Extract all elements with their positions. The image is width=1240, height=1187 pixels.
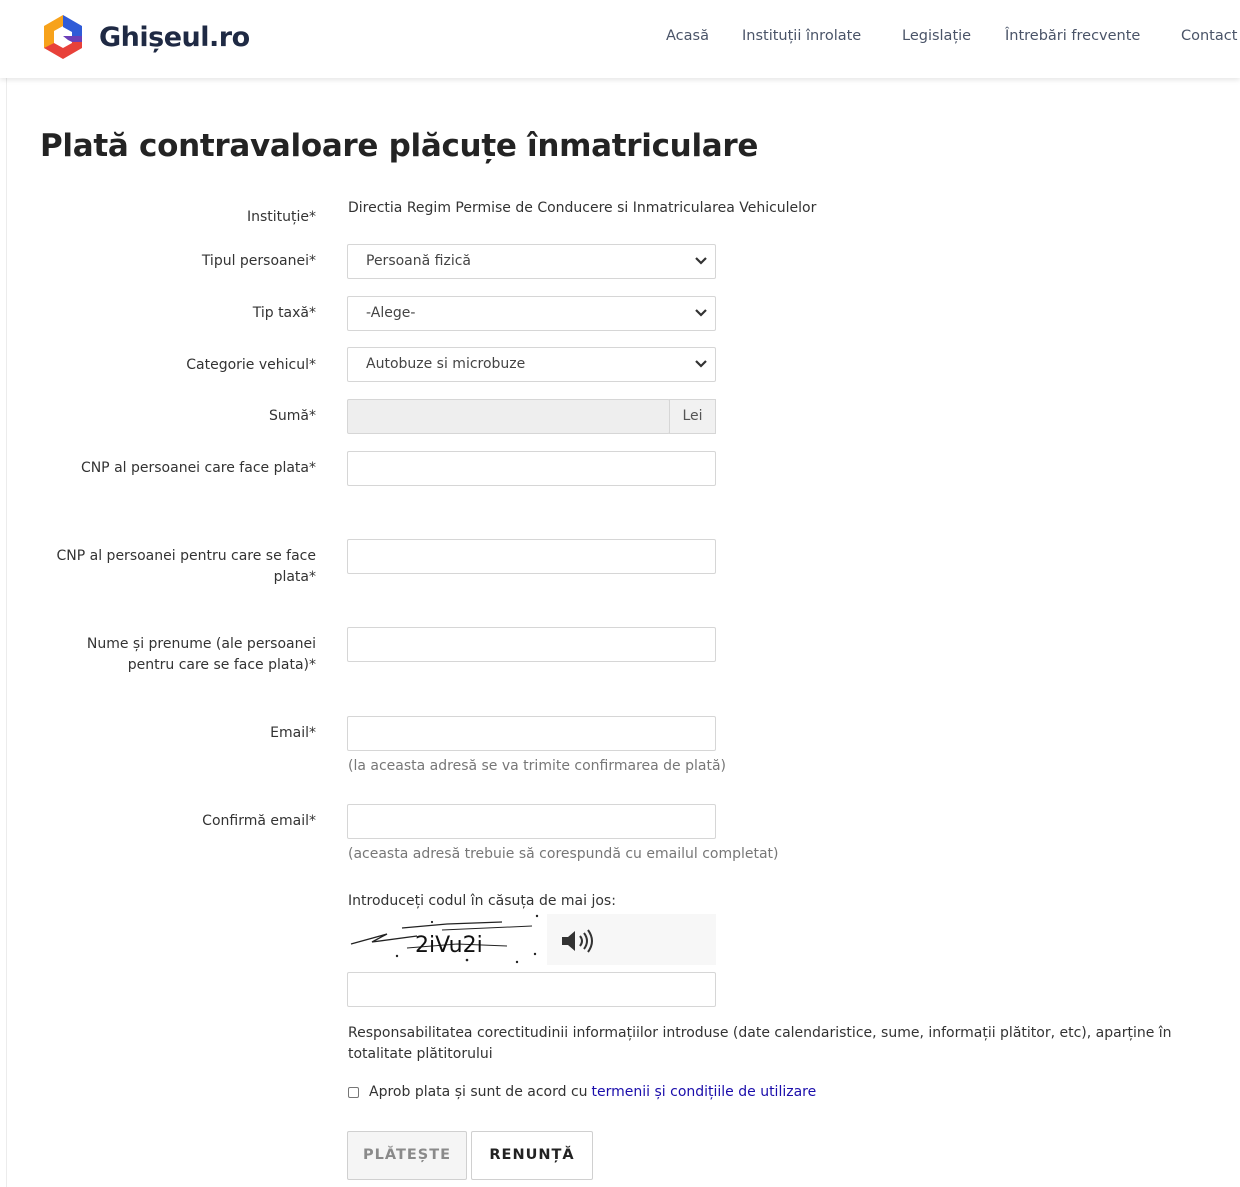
captcha-box: 2iVu2i (347, 914, 716, 965)
speaker-audio-icon[interactable] (559, 928, 597, 954)
person-type-label: Tipul persoanei* (201, 253, 316, 269)
chevron-down-icon (695, 309, 707, 317)
vehicle-category-label: Categorie vehicul* (186, 357, 316, 373)
main-nav: Acasă Instituții înrolate Legislație Înt… (0, 28, 1240, 48)
page-title: Plată contravaloare plăcuțe înmatricular… (40, 128, 759, 164)
email-confirm-label: Confirmă email* (202, 813, 316, 829)
captcha-code: 2iVu2i (415, 933, 483, 958)
amount-label: Sumă* (269, 408, 316, 424)
email-confirm-hint: (aceasta adresă trebuie să corespundă cu… (348, 846, 779, 862)
captcha-input[interactable] (347, 972, 716, 1007)
tax-type-label: Tip taxă* (252, 305, 316, 321)
nav-item-faq[interactable]: Întrebări frecvente (1005, 28, 1140, 44)
person-type-select[interactable]: Persoană fizică (347, 244, 716, 279)
tax-type-selected: -Alege- (366, 305, 416, 321)
terms-link[interactable]: termenii și condițiile de utilizare (592, 1084, 817, 1100)
nav-item-contact[interactable]: Contact (1181, 28, 1237, 44)
pay-button[interactable]: PLĂTEȘTE (347, 1131, 467, 1180)
captcha-label: Introduceți codul în căsuța de mai jos: (348, 893, 616, 909)
captcha-image: 2iVu2i (347, 914, 547, 965)
site-header: Ghișeul.ro Acasă Instituții înrolate Leg… (0, 0, 1240, 78)
beneficiary-name-label: Nume și prenume (ale persoanei pentru ca… (86, 636, 316, 673)
terms-checkbox[interactable] (348, 1086, 359, 1098)
email-confirm-field[interactable] (347, 804, 716, 839)
payer-cnp-input[interactable] (347, 451, 716, 486)
nav-item-home[interactable]: Acasă (666, 28, 709, 44)
currency-addon: Lei (669, 399, 716, 434)
person-type-selected: Persoană fizică (366, 253, 471, 269)
beneficiary-cnp-label: CNP al persoanei pentru care se face pla… (56, 548, 317, 585)
beneficiary-name-input[interactable] (347, 627, 716, 662)
chevron-down-icon (695, 360, 707, 368)
email-hint: (la aceasta adresă se va trimite confirm… (348, 758, 727, 774)
nav-item-legislation[interactable]: Legislație (902, 28, 971, 44)
vehicle-category-select[interactable]: Autobuze si microbuze (347, 347, 716, 382)
tax-type-select[interactable]: -Alege- (347, 296, 716, 331)
chevron-down-icon (695, 257, 707, 265)
email-label: Email* (270, 725, 316, 741)
terms-agreement: Aprob plata și sunt de acord cu termenii… (348, 1084, 816, 1100)
vehicle-category-selected: Autobuze si microbuze (366, 356, 526, 372)
terms-agreement-text: Aprob plata și sunt de acord cu (369, 1084, 588, 1100)
institution-value: Directia Regim Permise de Conducere si I… (348, 200, 817, 216)
institution-label: Instituție* (246, 209, 316, 225)
amount-input (347, 399, 670, 434)
email-field[interactable] (347, 716, 716, 751)
payer-cnp-label: CNP al persoanei care face plata* (80, 460, 316, 476)
beneficiary-cnp-input[interactable] (347, 539, 716, 574)
cancel-button[interactable]: RENUNȚĂ (471, 1131, 593, 1180)
nav-item-institutions[interactable]: Instituții înrolate (742, 28, 861, 44)
disclaimer-text: Responsabilitatea corectitudinii informa… (348, 1025, 1172, 1062)
